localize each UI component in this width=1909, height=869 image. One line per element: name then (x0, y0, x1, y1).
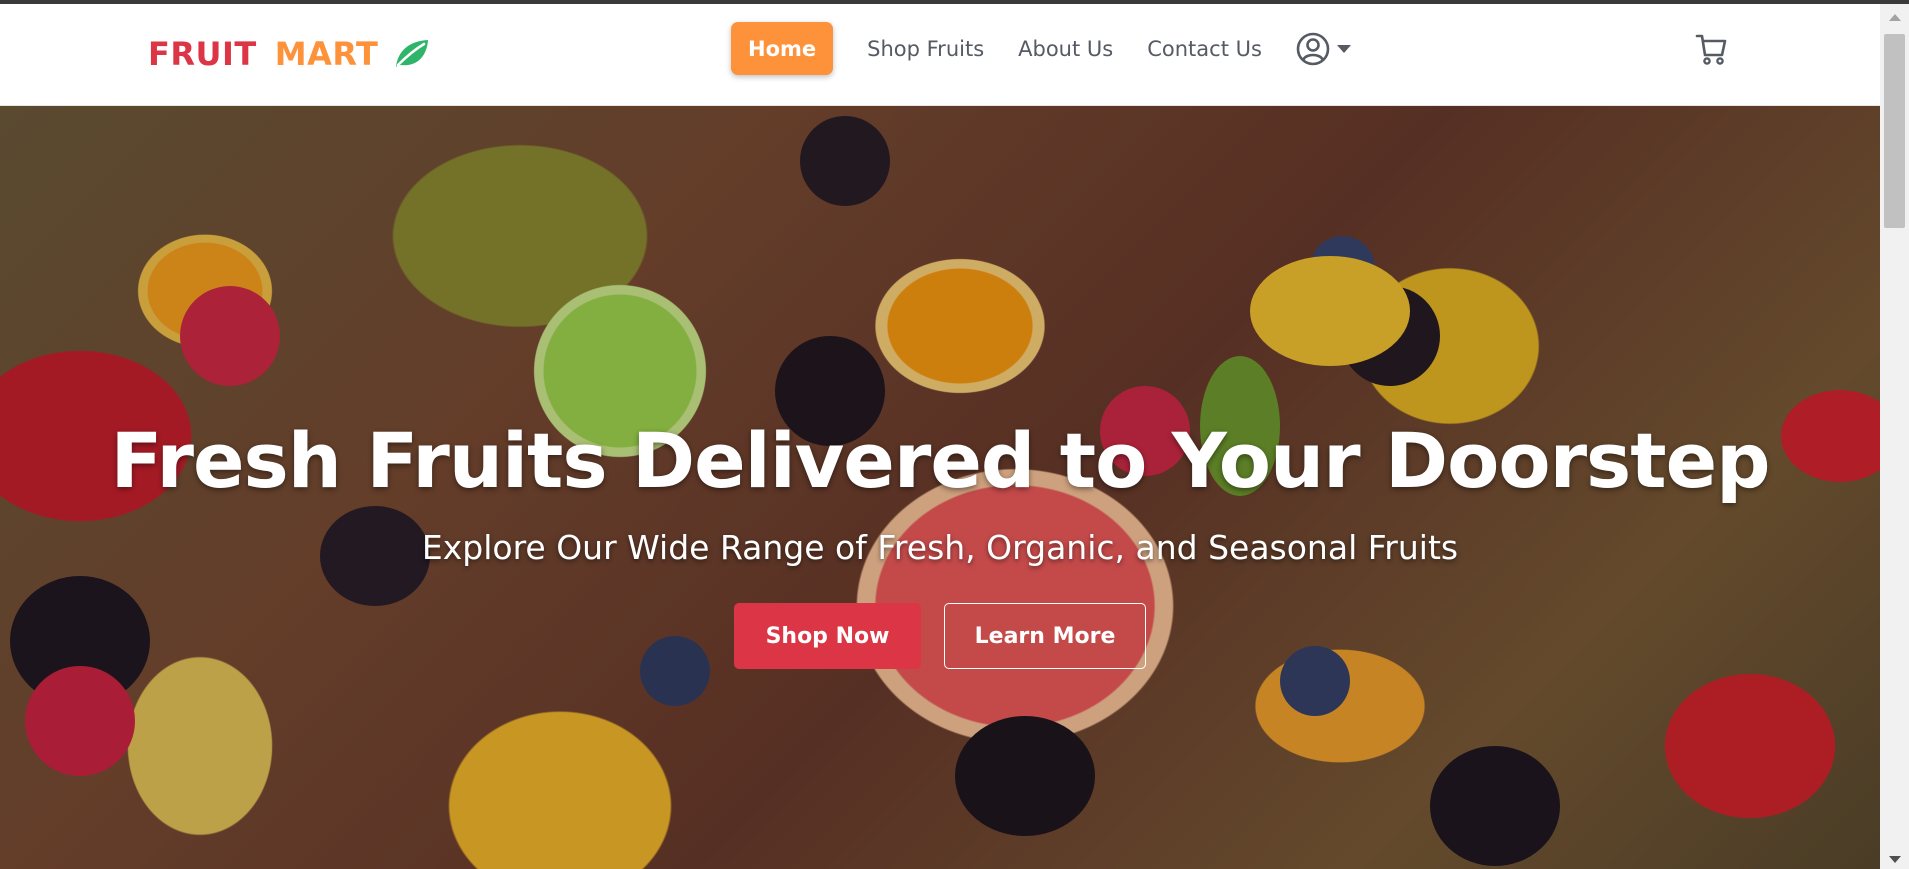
brand-word-mart: MART (274, 35, 379, 73)
nav-contact-us[interactable]: Contact Us (1130, 22, 1279, 75)
scroll-up-arrow-icon[interactable] (1889, 14, 1901, 21)
user-menu-toggle[interactable] (1296, 32, 1352, 66)
hero-banner: Fresh Fruits Delivered to Your Doorstep … (0, 106, 1880, 869)
page-scrollbar[interactable] (1880, 4, 1909, 869)
shop-now-button[interactable]: Shop Now (734, 603, 921, 669)
nav-about-us[interactable]: About Us (1001, 22, 1130, 75)
brand-word-fruit: FRUIT (148, 35, 257, 73)
user-circle-icon (1296, 32, 1330, 65)
hero-subtitle: Explore Our Wide Range of Fresh, Organic… (421, 528, 1459, 567)
cart-icon[interactable] (1695, 32, 1727, 66)
scrollbar-thumb[interactable] (1884, 34, 1905, 228)
main-nav: Home Shop Fruits About Us Contact Us (731, 22, 1352, 75)
caret-down-icon (1336, 44, 1351, 53)
leaf-icon (396, 40, 429, 67)
learn-more-button[interactable]: Learn More (944, 603, 1146, 669)
navbar: FRUIT MART Home Shop Fruits About Us Con… (0, 4, 1880, 106)
scroll-down-arrow-icon[interactable] (1889, 856, 1901, 863)
hero-title: Fresh Fruits Delivered to Your Doorstep (110, 416, 1770, 505)
nav-home[interactable]: Home (731, 22, 834, 75)
nav-shop-fruits[interactable]: Shop Fruits (850, 22, 1001, 75)
brand-logo[interactable]: FRUIT MART (148, 32, 430, 76)
hero-actions: Shop Now Learn More (0, 603, 1880, 669)
